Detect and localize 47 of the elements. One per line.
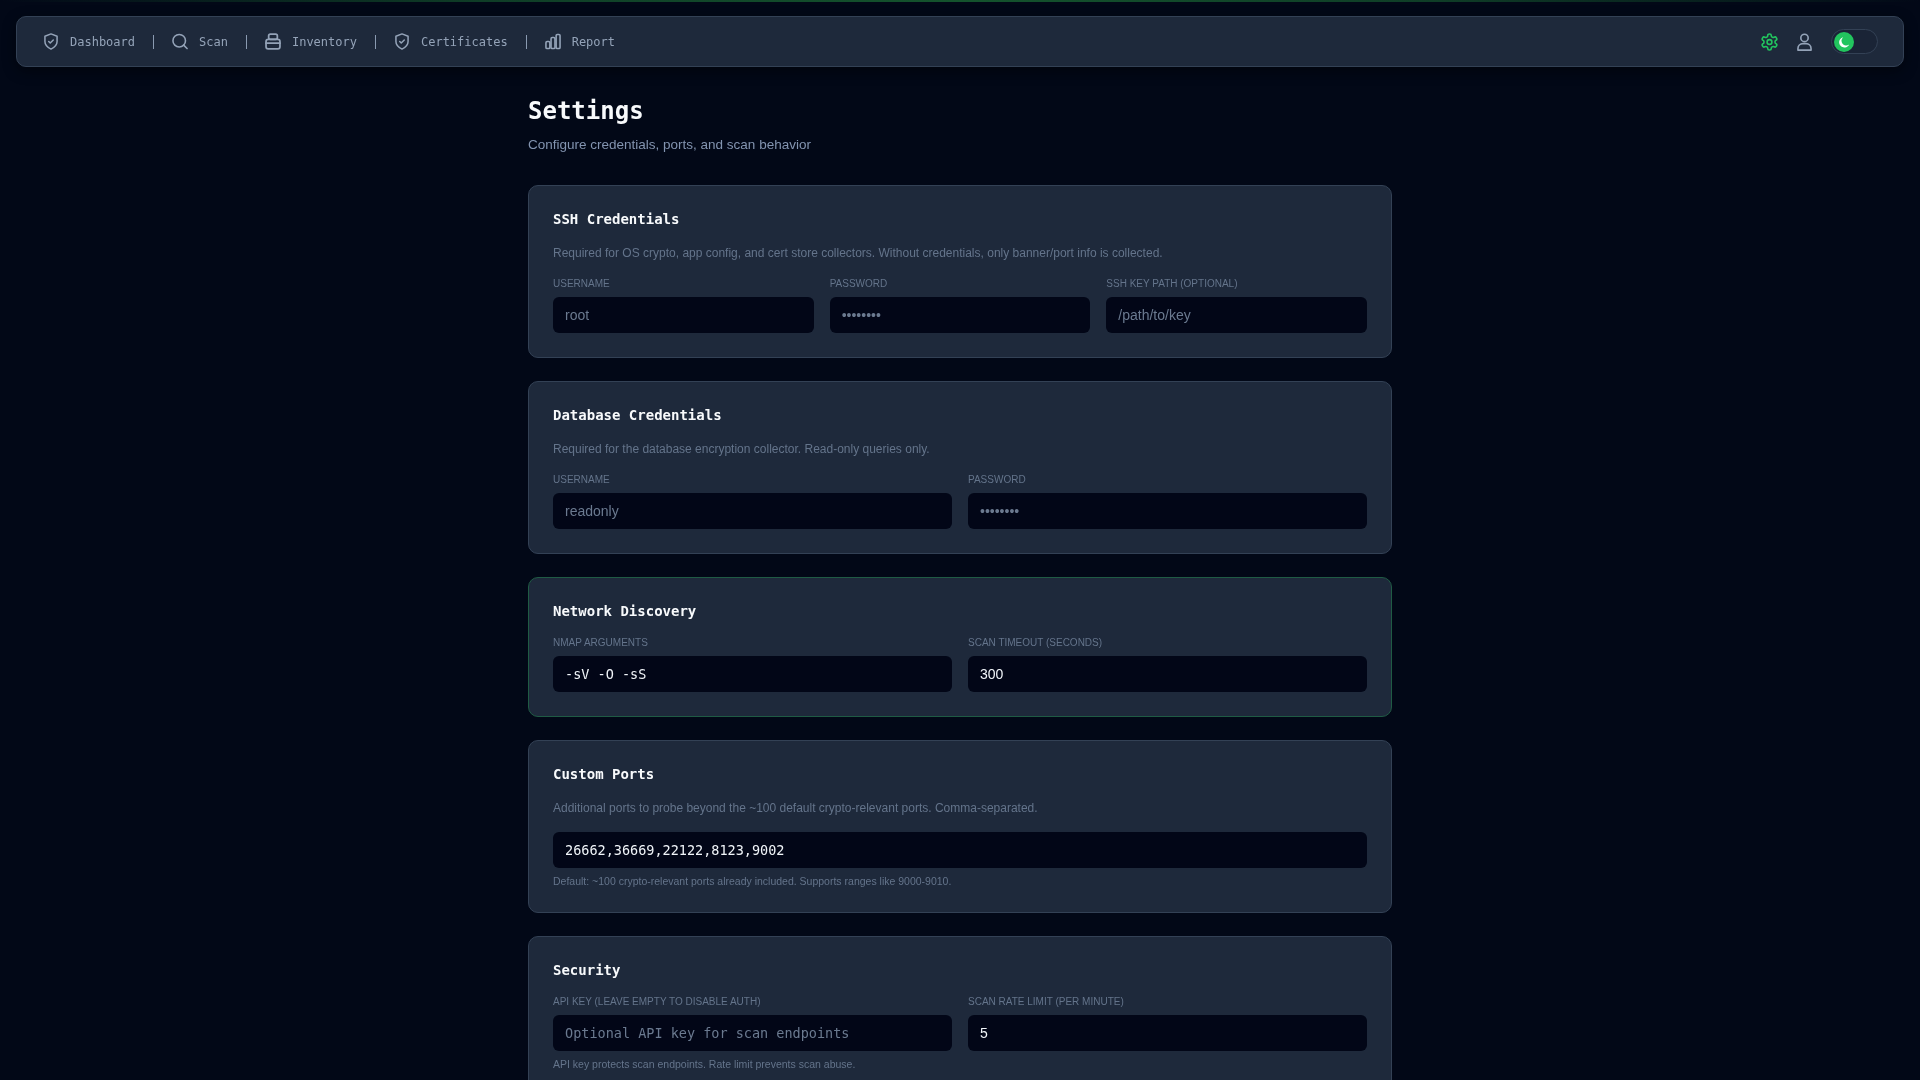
user-icon xyxy=(1796,32,1813,51)
card-description: Additional ports to probe beyond the ~100 default crypto-relevant ports. Comma-separated. xyxy=(553,800,1039,817)
settings-button[interactable] xyxy=(1761,32,1778,51)
profile-button[interactable] xyxy=(1796,32,1813,51)
card-description: Required for the database encryption collector. Read-only queries only. xyxy=(553,441,931,458)
nav-link[interactable]: Certificates xyxy=(393,32,508,51)
field-label: SCAN TIMEOUT (SECONDS) xyxy=(968,636,1104,650)
hint-text: API key protects scan endpoints. Rate limit prevents scan abuse. xyxy=(553,1058,857,1071)
field-label: SCAN RATE LIMIT (PER MINUTE) xyxy=(968,995,1125,1009)
search-icon xyxy=(172,33,189,50)
card-description: Required for OS crypto, app config, and cert store collectors. Without credentials, only banner/port info is collected. xyxy=(553,245,1164,262)
input-field[interactable]: root xyxy=(553,297,814,333)
input-field[interactable]: /path/to/key xyxy=(1106,297,1367,333)
card-title: Security xyxy=(553,961,622,980)
password-field[interactable]: •••••••• xyxy=(968,493,1367,529)
moon-icon xyxy=(1834,31,1854,52)
theme-toggle[interactable] xyxy=(1831,29,1878,54)
input-field[interactable]: 5 xyxy=(968,1015,1367,1051)
page-title: Settings xyxy=(528,96,645,127)
shield-check-icon xyxy=(393,33,410,50)
card-title: Database Credentials xyxy=(553,406,723,425)
field-label: API KEY (LEAVE EMPTY TO DISABLE AUTH) xyxy=(553,995,762,1009)
nav-link[interactable]: Inventory xyxy=(264,32,357,51)
password-field[interactable]: •••••••• xyxy=(829,297,1091,333)
input-field[interactable]: 26662,36669,22122,8123,9002 xyxy=(553,832,1367,868)
input-field[interactable]: 300 xyxy=(968,656,1367,692)
settings-icon xyxy=(1761,32,1778,51)
card-title: SSH Credentials xyxy=(553,210,681,229)
field-label: SSH KEY PATH (OPTIONAL) xyxy=(1106,277,1239,291)
card-title: Custom Ports xyxy=(553,765,656,784)
field-label: USERNAME xyxy=(553,277,611,291)
card-title: Network Discovery xyxy=(553,602,698,621)
shield-check-icon xyxy=(43,33,59,50)
nav-link[interactable]: Scan xyxy=(172,32,228,51)
field-label: USERNAME xyxy=(553,473,611,487)
input-field[interactable]: Optional API key for scan endpoints xyxy=(553,1015,952,1051)
field-label: PASSWORD xyxy=(968,473,1027,487)
nav-link[interactable]: Report xyxy=(544,32,616,51)
hint-text: Default: ~100 crypto-relevant ports already included. Supports ranges like 9000-9010. xyxy=(553,875,953,888)
input-field[interactable]: readonly xyxy=(553,493,952,529)
nav-link[interactable]: Dashboard xyxy=(43,32,136,51)
box-icon xyxy=(264,33,281,50)
bar-chart-icon xyxy=(544,33,561,50)
field-label: PASSWORD xyxy=(829,277,889,291)
field-label: NMAP ARGUMENTS xyxy=(553,636,649,650)
input-field[interactable]: -sV -O -sS xyxy=(553,656,952,692)
page-subtitle: Configure credentials, ports, and scan behavior xyxy=(528,136,812,154)
